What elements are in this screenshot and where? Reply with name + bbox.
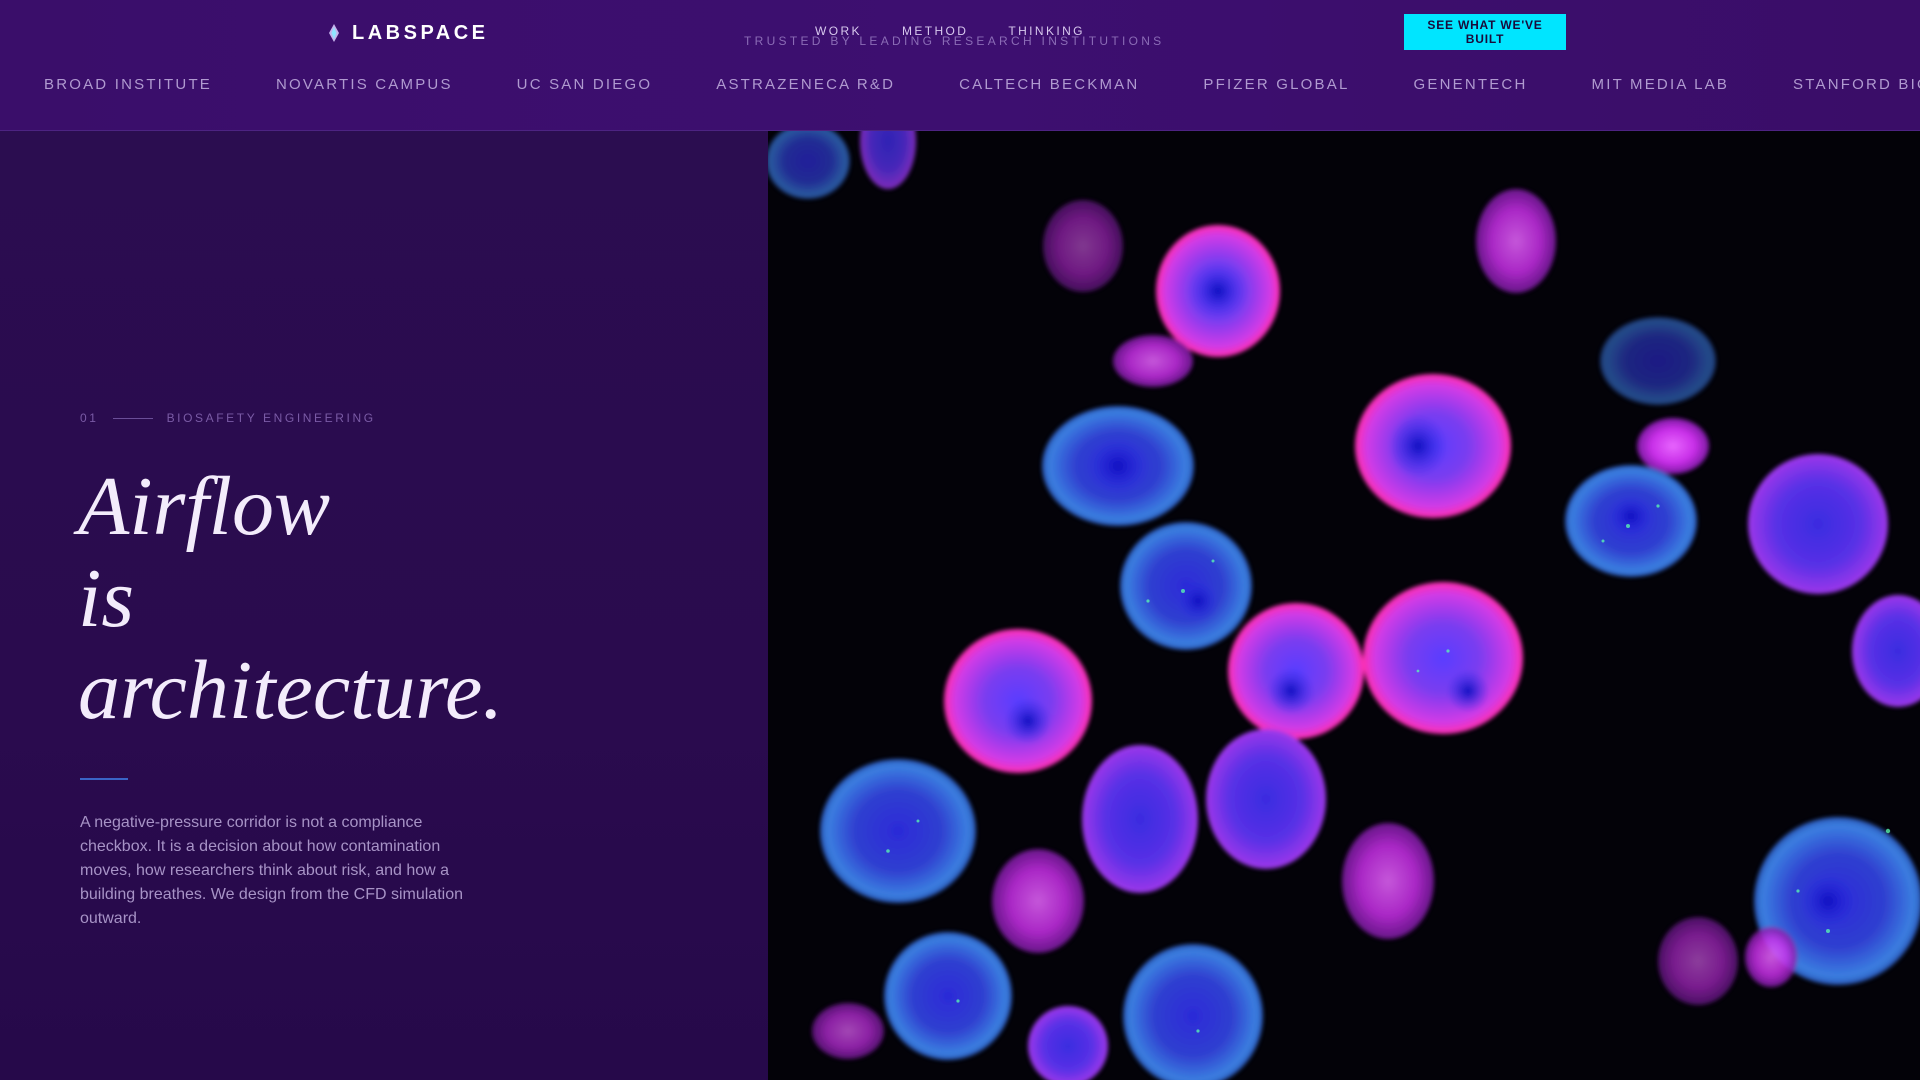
section-eyebrow: 01 BIOSAFETY ENGINEERING	[80, 411, 376, 425]
institution-pfizer: PFIZER GLOBAL	[1203, 76, 1350, 93]
nav-work[interactable]: WORK	[815, 24, 862, 38]
institution-astrazeneca: ASTRAZENECA R&D	[716, 76, 896, 93]
eyebrow-divider	[112, 417, 153, 419]
cell-microscopy-image	[768, 131, 1920, 1080]
headline-line-2: is	[78, 552, 135, 645]
hero-body-text: A negative-pressure corridor is not a co…	[80, 814, 463, 927]
hero-text-panel: 01 BIOSAFETY ENGINEERING Airflow is arch…	[0, 131, 768, 1080]
main-nav: WORK METHOD THINKING	[815, 24, 1085, 38]
nav-method[interactable]: METHOD	[902, 24, 968, 38]
headline-line-1: Airflow	[78, 460, 331, 553]
institution-mit: MIT MEDIA LAB	[1591, 76, 1730, 93]
accent-divider	[80, 778, 128, 780]
institution-ucsd: UC SAN DIEGO	[516, 76, 653, 93]
logo-mark-icon	[329, 24, 339, 42]
institution-genentech: GENENTECH	[1413, 76, 1528, 93]
logo-text: LABSPACE	[352, 21, 489, 44]
headline-line-3: architecture.	[78, 644, 504, 737]
nav-thinking[interactable]: THINKING	[1008, 24, 1085, 38]
institution-caltech: CALTECH BECKMAN	[959, 76, 1140, 93]
institution-stanford: STANFORD BIOPHARMA	[1793, 76, 1920, 93]
hero-image-panel	[768, 131, 1920, 1080]
logo[interactable]: LABSPACE	[328, 18, 489, 48]
institution-logo-strip: BROAD INSTITUTE NOVARTIS CAMPUS UC SAN D…	[44, 76, 1920, 93]
site-header: LABSPACE TRUSTED BY LEADING RESEARCH INS…	[0, 0, 1920, 131]
institution-broad: BROAD INSTITUTE	[44, 76, 213, 93]
hero-headline: Airflow is architecture.	[78, 461, 503, 737]
institution-novartis: NOVARTIS CAMPUS	[276, 76, 453, 93]
eyebrow-label: BIOSAFETY ENGINEERING	[166, 411, 376, 425]
eyebrow-number: 01	[80, 411, 99, 425]
see-what-weve-built-button[interactable]: SEE WHAT WE'VE BUILT	[1404, 14, 1566, 50]
